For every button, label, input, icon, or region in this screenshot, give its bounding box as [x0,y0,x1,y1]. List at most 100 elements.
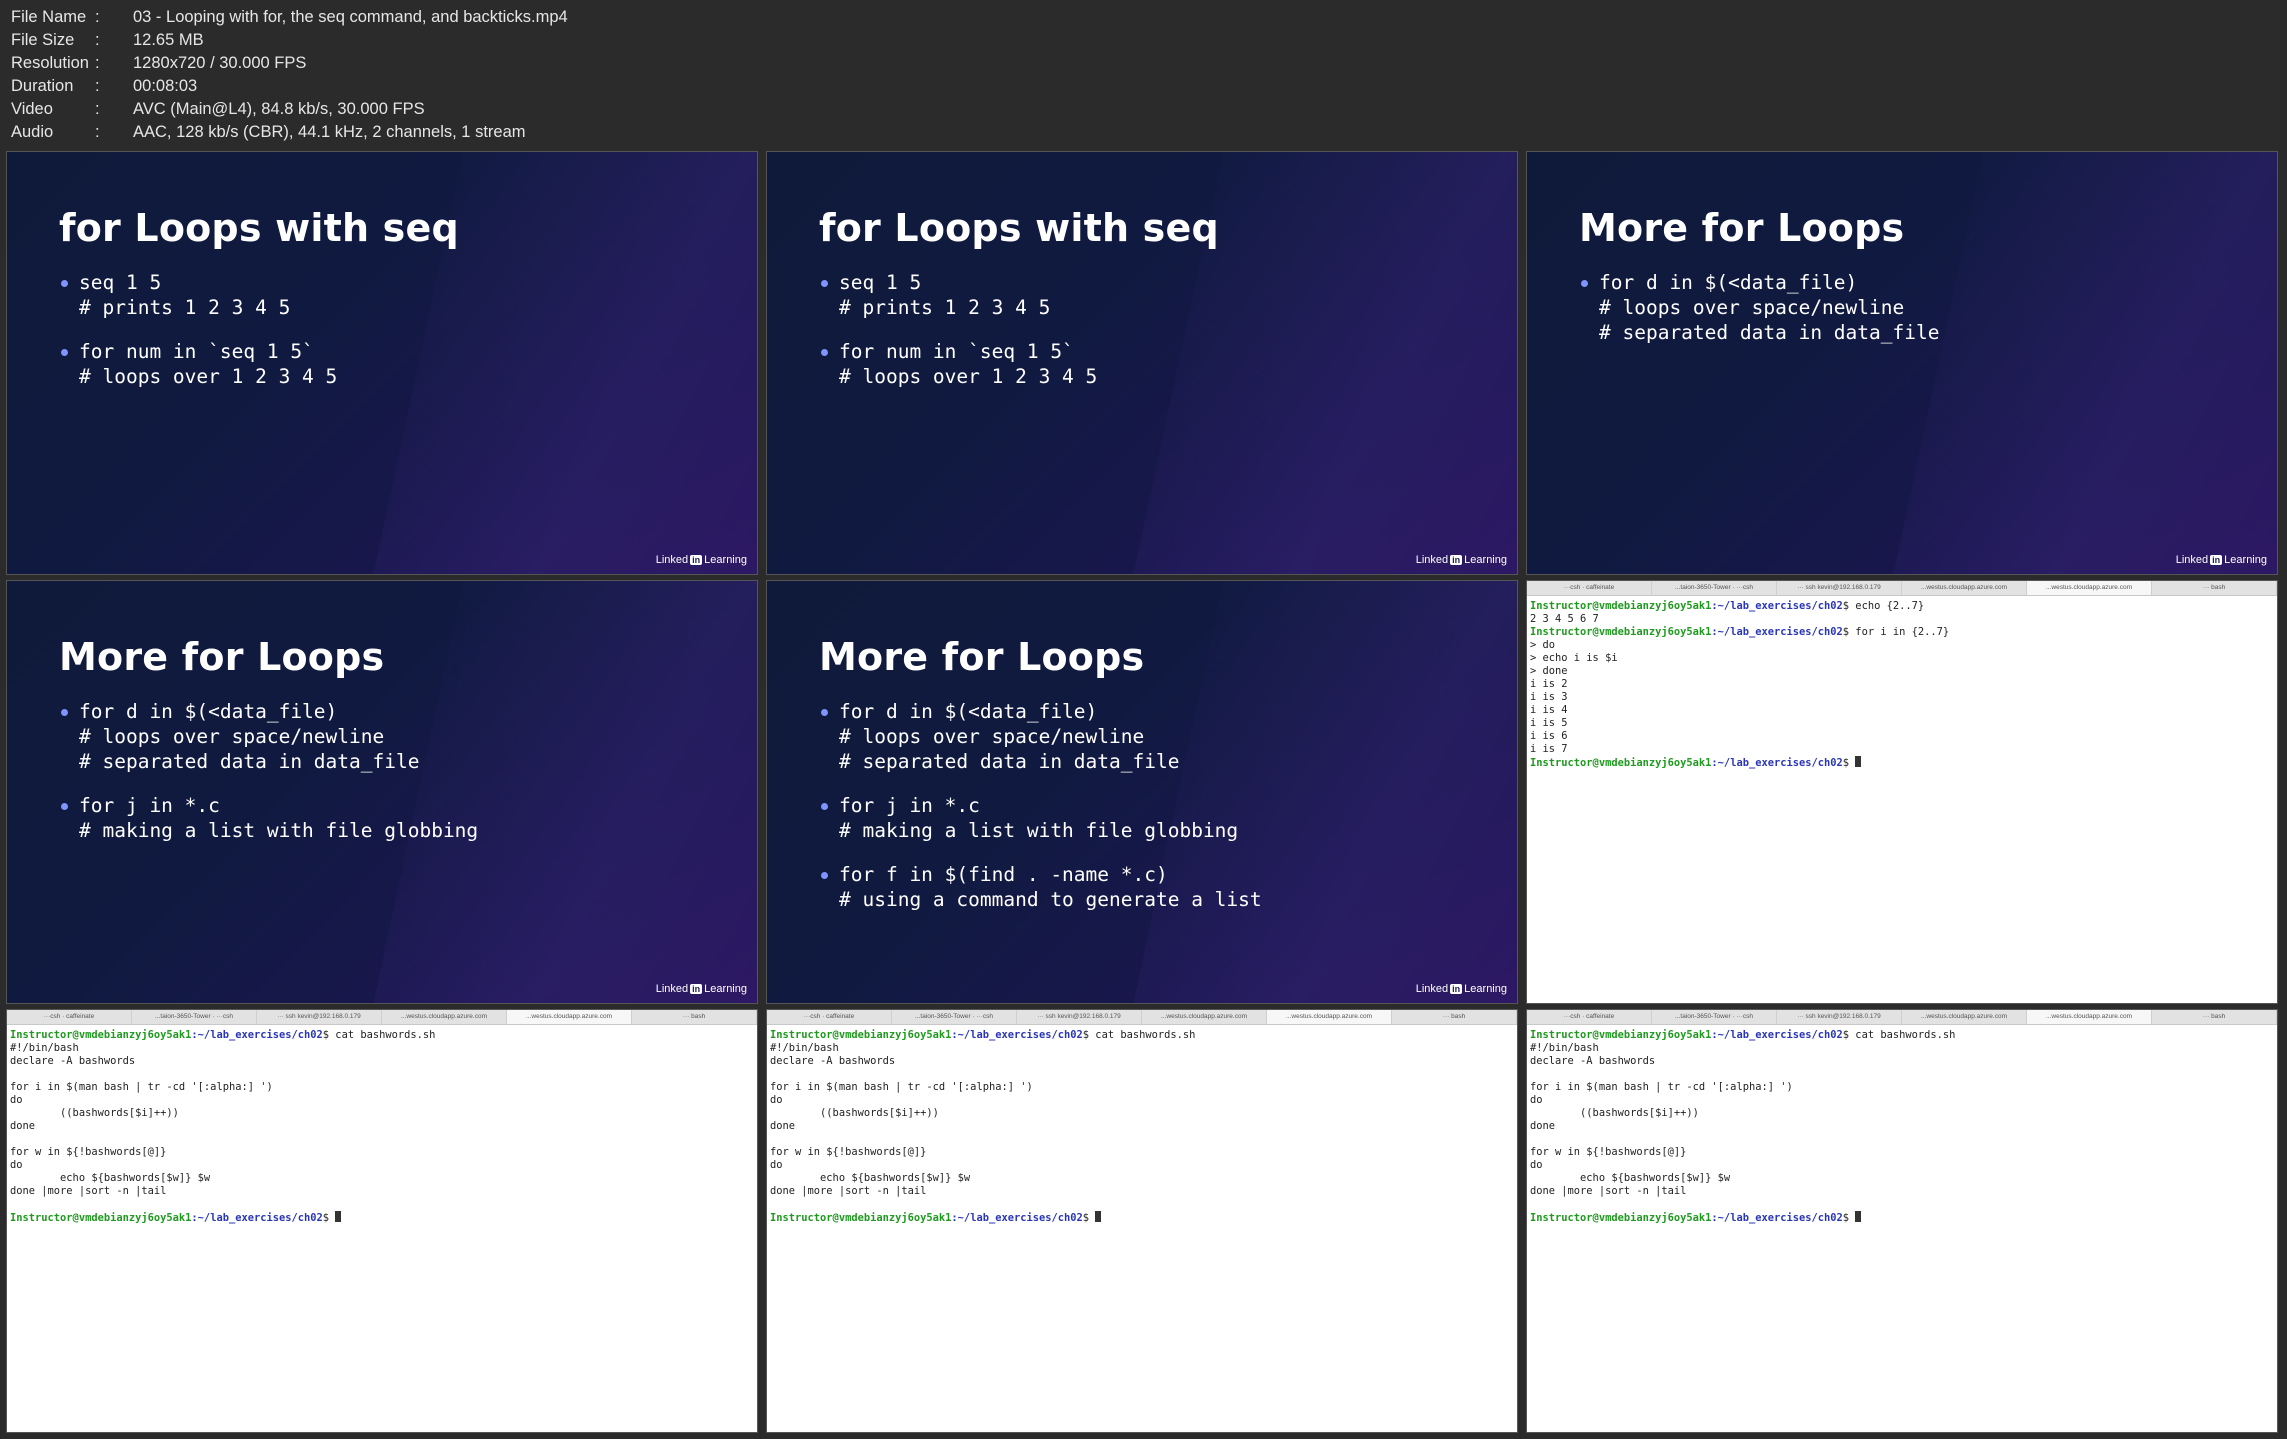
terminal-output-line: > echo i is $i [1530,652,1618,664]
bullet-dot-icon [821,280,828,287]
terminal-output-line: echo ${bashwords[$w]} $w [1530,1172,1731,1184]
bullet-dot-icon [821,709,828,716]
terminal-tab[interactable]: ...taion-3650-Tower · ···csh [892,1010,1017,1024]
terminal-tab[interactable]: ··· ssh kevin@192.168.0.179 [1017,1010,1142,1024]
terminal-output-line: for i in $(man bash | tr -cd '[:alpha:] … [770,1081,1033,1093]
prompt-user: Instructor@vmdebianzyj6oy5ak1 [770,1029,952,1041]
terminal-tab[interactable]: ...westus.cloudapp.azure.com [1902,581,2027,595]
prompt-path: :~/lab_exercises/ch02 [951,1029,1083,1041]
terminal-tab[interactable]: ··· ssh kevin@192.168.0.179 [257,1010,382,1024]
terminal-tab[interactable]: ··· ssh kevin@192.168.0.179 [1777,581,1902,595]
logo-text: in [2210,555,2223,565]
terminal-output-line: ((bashwords[$i]++)) [10,1107,179,1119]
terminal-output-line: done |more |sort -n |tail [770,1185,927,1197]
prompt-command: $ echo {2..7} [1842,600,1925,612]
terminal-tab[interactable]: ···csh · caffeinate [1527,581,1652,595]
terminal-output-line: #!/bin/bash [770,1042,839,1054]
prompt-command: $ [322,1212,336,1224]
file-info-key: File Size [11,31,75,49]
terminal-prompt-line: Instructor@vmdebianzyj6oy5ak1:~/lab_exer… [1530,1211,2277,1224]
terminal-prompt-line: Instructor@vmdebianzyj6oy5ak1:~/lab_exer… [770,1029,1517,1042]
terminal-output-line: 2 3 4 5 6 7 [1530,613,1599,625]
terminal-tab-bar: ···csh · caffeinate ...taion-3650-Tower ·… [1527,581,2277,596]
logo-text: Linked [1415,983,1449,995]
terminal-output-line: echo ${bashwords[$w]} $w [10,1172,211,1184]
file-info-separator: : [95,8,100,26]
terminal-output-line: done [770,1120,796,1132]
terminal-tab-bar: ···csh · caffeinate ...taion-3650-Tower ·… [1527,1010,2277,1025]
terminal-tab[interactable]: ··· bash [2152,581,2277,595]
terminal-output-line: declare -A bashwords [10,1055,136,1067]
terminal-output-line: for w in ${!bashwords[@]} [770,1146,927,1158]
file-info-value: 03 - Looping with for, the seq command, … [133,8,568,26]
linkedin-learning-logo: Linked in Learning [656,983,747,995]
slide-thumbnail: for Loops with seq seq 1 5 # prints 1 2 3 … [6,151,758,575]
bullet-dot-icon [61,280,68,287]
terminal-output-line: do [1530,1094,1543,1106]
file-info: File Name: 03 - Looping with for, the seq… [11,6,568,144]
terminal-tab[interactable]: ...taion-3650-Tower · ···csh [1652,1010,1777,1024]
bullet-comment: # using a command to generate a list [839,888,1262,911]
prompt-user: Instructor@vmdebianzyj6oy5ak1 [1530,757,1712,769]
terminal-output[interactable]: Instructor@vmdebianzyj6oy5ak1:~/lab_exer… [767,1025,1517,1224]
terminal-output-line: do [770,1159,783,1171]
file-info-separator: : [95,31,100,49]
terminal-tab[interactable]: ...westus.cloudapp.azure.com [1267,1010,1392,1024]
terminal-cursor [1855,756,1862,767]
terminal-tab[interactable]: ··· bash [1392,1010,1517,1024]
slide-bullet: for d in $(<data_file) # loops over space… [61,699,478,774]
file-info-value: 00:08:03 [133,77,198,95]
terminal-output-line: for i in $(man bash | tr -cd '[:alpha:] … [10,1081,273,1093]
prompt-user: Instructor@vmdebianzyj6oy5ak1 [770,1212,952,1224]
prompt-command: $ [1842,757,1856,769]
prompt-path: :~/lab_exercises/ch02 [191,1212,323,1224]
slide-bullet: for num in `seq 1 5` # loops over 1 2 3 4… [821,339,1097,389]
bullet-code: for d in $(<data_file) [79,700,338,723]
terminal-output-line: echo ${bashwords[$w]} $w [770,1172,971,1184]
terminal-output-line: done |more |sort -n |tail [10,1185,167,1197]
terminal-output[interactable]: Instructor@vmdebianzyj6oy5ak1:~/lab_exer… [7,1025,757,1224]
terminal-output[interactable]: Instructor@vmdebianzyj6oy5ak1:~/lab_exer… [1527,596,2277,769]
bullet-comment: # making a list with file globbing [79,819,479,842]
terminal-tab[interactable]: ...westus.cloudapp.azure.com [382,1010,507,1024]
prompt-path: :~/lab_exercises/ch02 [951,1212,1083,1224]
prompt-command: $ cat bashwords.sh [322,1029,436,1041]
logo-text: Learning [2224,554,2267,566]
terminal-tab[interactable]: ...taion-3650-Tower · ···csh [1652,581,1777,595]
terminal-output-line: do [10,1159,23,1171]
terminal-output-line: do [1530,1159,1543,1171]
logo-text: Linked [655,554,689,566]
terminal-output-line: declare -A bashwords [770,1055,896,1067]
bullet-dot-icon [821,803,828,810]
terminal-tab[interactable]: ...westus.cloudapp.azure.com [2027,1010,2152,1024]
terminal-output[interactable]: Instructor@vmdebianzyj6oy5ak1:~/lab_exer… [1527,1025,2277,1224]
terminal-thumbnail: ···csh · caffeinate ...taion-3650-Tower ·… [1526,580,2278,1004]
terminal-tab[interactable]: ···csh · caffeinate [1527,1010,1652,1024]
terminal-tab[interactable]: ...taion-3650-Tower · ···csh [132,1010,257,1024]
slide-thumbnail: More for Loops for d in $(<data_file) # lo… [1526,151,2278,575]
terminal-tab[interactable]: ...westus.cloudapp.azure.com [2027,581,2152,595]
terminal-tab[interactable]: ...westus.cloudapp.azure.com [1142,1010,1267,1024]
terminal-tab[interactable]: ···csh · caffeinate [7,1010,132,1024]
slide-title: More for Loops [1579,206,1905,250]
terminal-tab[interactable]: ··· bash [632,1010,757,1024]
bullet-comment: # loops over space/newline [79,725,385,748]
terminal-cursor [1855,1211,1862,1222]
terminal-tab[interactable]: ··· bash [2152,1010,2277,1024]
terminal-tab[interactable]: ··· ssh kevin@192.168.0.179 [1777,1010,1902,1024]
slide-bullet: for f in $(find . -name *.c) # using a co… [821,862,1262,912]
logo-text: Learning [1464,554,1507,566]
file-info-key: Resolution [11,54,89,72]
bullet-dot-icon [821,349,828,356]
terminal-tab[interactable]: ···csh · caffeinate [767,1010,892,1024]
logo-text: Learning [704,983,747,995]
terminal-tab[interactable]: ...westus.cloudapp.azure.com [507,1010,632,1024]
terminal-tab[interactable]: ...westus.cloudapp.azure.com [1902,1010,2027,1024]
terminal-prompt-line: Instructor@vmdebianzyj6oy5ak1:~/lab_exer… [1530,600,2277,613]
terminal-output-line: i is 2 [1530,678,1568,690]
